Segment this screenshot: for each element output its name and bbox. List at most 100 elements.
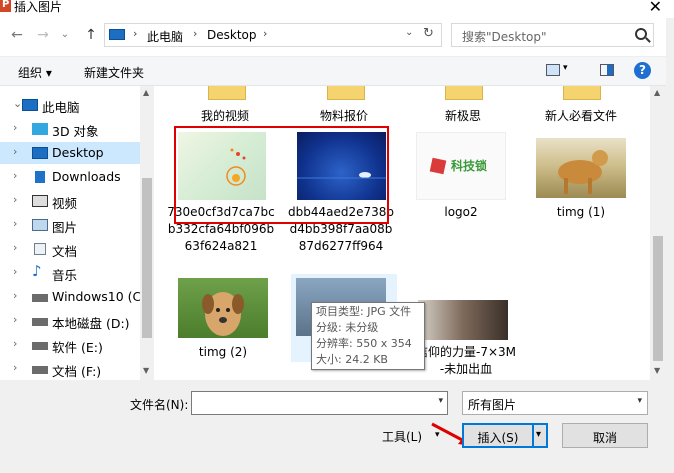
sidebar-item-drive-f[interactable]: › 文档 (F:): [0, 358, 140, 380]
sidebar-item-videos[interactable]: › 视频: [0, 190, 140, 212]
desktop-icon: [32, 147, 48, 159]
filename-label: 文件名(N):: [130, 398, 189, 412]
expand-chevron-icon[interactable]: ›: [13, 121, 17, 134]
file-thumbnail[interactable]: [536, 138, 626, 198]
insert-button[interactable]: 插入(S) ▾: [462, 423, 548, 448]
content-scroll-thumb[interactable]: [653, 236, 663, 361]
command-toolbar: 组织 ▾ 新建文件夹 ▾ ?: [0, 56, 674, 86]
drive-icon: [32, 366, 48, 374]
tooltip-type: 项目类型: JPG 文件: [316, 305, 412, 318]
sidebar-item-label: 视频: [52, 196, 78, 211]
cancel-button[interactable]: 取消: [562, 423, 648, 448]
tools-button[interactable]: 工具(L): [382, 428, 422, 445]
sidebar-item-label: 3D 对象: [52, 124, 99, 139]
sidebar-item-this-pc[interactable]: ⌄ 此电脑: [0, 94, 140, 116]
insert-button-label[interactable]: 插入(S): [464, 429, 532, 446]
filename-input[interactable]: ▾: [191, 391, 448, 415]
drive-c-icon: [32, 294, 48, 302]
expand-chevron-icon[interactable]: ›: [13, 337, 17, 350]
file-thumbnail[interactable]: [178, 278, 268, 338]
back-button[interactable]: ←: [8, 26, 26, 44]
expand-chevron-icon[interactable]: ›: [13, 361, 17, 374]
sidebar-item-label: 本地磁盘 (D:): [52, 316, 130, 331]
sidebar-item-desktop[interactable]: › Desktop: [0, 142, 140, 164]
video-icon: [32, 195, 48, 207]
tooltip-resolution: 分辨率: 550 x 354: [316, 337, 412, 350]
nav-scrollbar[interactable]: ▲ ▼: [140, 86, 154, 380]
search-icon[interactable]: [635, 28, 647, 40]
file-label[interactable]: timg (1): [526, 204, 636, 221]
sidebar-item-label: 软件 (E:): [52, 340, 103, 355]
sidebar-item-pictures[interactable]: › 图片: [0, 214, 140, 236]
folder-label[interactable]: 我的视频: [170, 107, 280, 124]
folder-label[interactable]: 新极思: [408, 107, 518, 124]
cancel-button-label[interactable]: 取消: [563, 429, 647, 446]
expand-chevron-icon[interactable]: ›: [13, 145, 17, 158]
scroll-down-icon[interactable]: ▼: [143, 366, 149, 375]
insert-dropdown-icon[interactable]: ▾: [536, 429, 541, 440]
address-bar[interactable]: › 此电脑 › Desktop › ⌄ ↻: [104, 23, 442, 47]
filename-dropdown-icon[interactable]: ▾: [438, 396, 443, 406]
music-icon: ♪: [32, 262, 42, 280]
help-icon[interactable]: ?: [634, 62, 651, 79]
expand-chevron-icon[interactable]: ›: [13, 265, 17, 278]
sidebar-item-music[interactable]: › ♪ 音乐: [0, 262, 140, 284]
sidebar-item-3d-objects[interactable]: › 3D 对象: [0, 118, 140, 140]
window-title: 插入图片: [14, 0, 63, 14]
sidebar-item-drive-c[interactable]: › Windows10 (C:: [0, 286, 146, 308]
file-thumbnail[interactable]: 科技锁: [416, 132, 506, 200]
expand-chevron-icon[interactable]: ⌄: [13, 97, 22, 110]
folder-icon[interactable]: [445, 86, 483, 100]
highlight-annotation: [174, 126, 389, 224]
preview-pane-icon[interactable]: [600, 64, 614, 76]
folder-label[interactable]: 物料报价: [289, 107, 399, 124]
expand-chevron-icon[interactable]: ›: [13, 217, 17, 230]
file-type-select[interactable]: 所有图片 ▾: [462, 391, 648, 415]
file-thumbnail[interactable]: [418, 300, 508, 340]
file-label[interactable]: 信仰的力量-7×3M-未加出血: [416, 344, 516, 378]
expand-chevron-icon[interactable]: ›: [13, 289, 17, 302]
folder-label[interactable]: 新人必看文件: [526, 107, 636, 124]
file-label[interactable]: logo2: [406, 204, 516, 221]
file-info-tooltip: 项目类型: JPG 文件 分级: 未分级 分辨率: 550 x 354 大小: …: [311, 302, 425, 370]
search-input[interactable]: 搜索"Desktop": [451, 23, 654, 47]
folder-icon[interactable]: [563, 86, 601, 100]
address-dropdown-icon[interactable]: ⌄: [405, 27, 413, 38]
sidebar-item-label: 音乐: [52, 268, 78, 283]
nav-scroll-thumb[interactable]: [142, 178, 152, 338]
recent-locations-button[interactable]: ⌄: [56, 26, 74, 44]
sidebar-item-drive-d[interactable]: › 本地磁盘 (D:): [0, 310, 140, 332]
breadcrumb-separator[interactable]: ›: [193, 27, 197, 40]
forward-button[interactable]: →: [34, 26, 52, 44]
file-type-dropdown-icon[interactable]: ▾: [637, 396, 642, 406]
scroll-up-icon[interactable]: ▲: [654, 88, 660, 97]
insert-picture-dialog: 插入图片 ✕ ← → ⌄ ↑ › 此电脑 › Desktop › ⌄ ↻ 搜索"…: [0, 0, 674, 473]
scroll-up-icon[interactable]: ▲: [143, 88, 149, 97]
expand-chevron-icon[interactable]: ›: [13, 313, 17, 326]
breadcrumb-separator[interactable]: ›: [263, 27, 267, 40]
sidebar-item-documents[interactable]: › 文档: [0, 238, 140, 260]
change-view-icon[interactable]: [546, 64, 560, 76]
breadcrumb-separator[interactable]: ›: [133, 27, 137, 40]
file-label[interactable]: timg (2): [168, 344, 278, 361]
view-dropdown-icon[interactable]: ▾: [563, 63, 568, 73]
close-button[interactable]: ✕: [649, 0, 662, 16]
scroll-down-icon[interactable]: ▼: [654, 366, 660, 375]
sidebar-item-label: 文档 (F:): [52, 364, 102, 379]
folder-icon[interactable]: [327, 86, 365, 100]
expand-chevron-icon[interactable]: ›: [13, 169, 17, 182]
content-scrollbar[interactable]: ▲ ▼: [650, 86, 666, 380]
sidebar-item-downloads[interactable]: › Downloads: [0, 166, 140, 188]
breadcrumb-desktop[interactable]: Desktop: [207, 28, 257, 42]
dog-graphic: [558, 150, 608, 194]
sidebar-item-drive-e[interactable]: › 软件 (E:): [0, 334, 140, 356]
new-folder-button[interactable]: 新建文件夹: [84, 64, 144, 81]
refresh-icon[interactable]: ↻: [423, 26, 434, 41]
expand-chevron-icon[interactable]: ›: [13, 193, 17, 206]
breadcrumb-this-pc[interactable]: 此电脑: [147, 28, 183, 45]
folder-icon[interactable]: [208, 86, 246, 100]
organize-button[interactable]: 组织 ▾: [18, 64, 52, 81]
navigation-pane: ⌄ 此电脑 › 3D 对象 › Desktop › Downloads › 视频…: [0, 86, 154, 380]
up-button[interactable]: ↑: [82, 26, 100, 44]
expand-chevron-icon[interactable]: ›: [13, 241, 17, 254]
